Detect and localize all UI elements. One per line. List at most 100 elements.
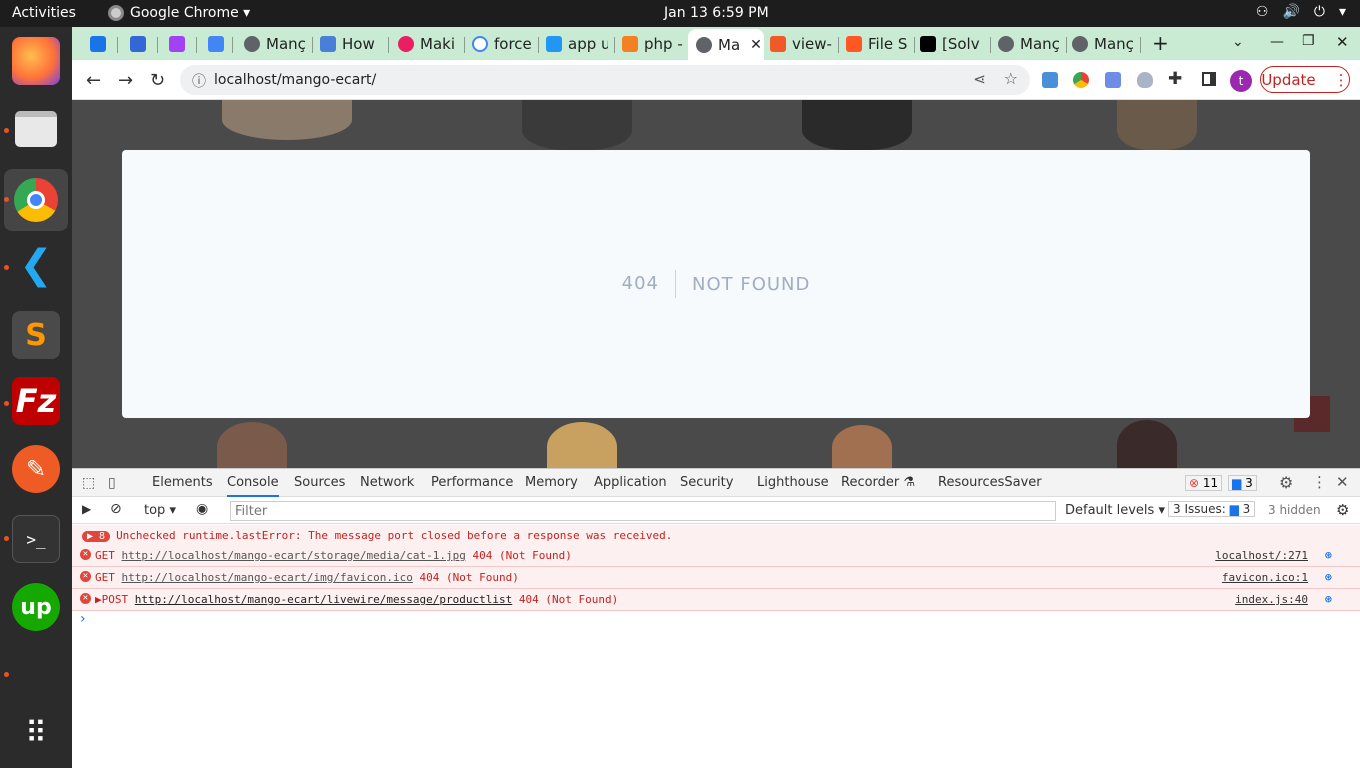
filter-input[interactable] bbox=[230, 501, 1056, 521]
product-image[interactable] bbox=[1117, 100, 1197, 150]
tab[interactable]: Manç bbox=[244, 31, 306, 57]
tab-security[interactable]: Security bbox=[680, 475, 733, 490]
tab[interactable]: Manç bbox=[998, 31, 1060, 57]
clock[interactable]: Jan 13 6:59 PM bbox=[664, 5, 769, 21]
request-url-link[interactable]: http://localhost/mango-ecart/img/favicon… bbox=[122, 571, 413, 584]
kebab-menu-icon[interactable]: ⋮ bbox=[1334, 71, 1349, 89]
eye-icon[interactable]: ◉ bbox=[196, 501, 208, 517]
tab-console[interactable]: Console bbox=[227, 475, 279, 497]
device-toolbar-icon[interactable]: ▯ bbox=[108, 475, 116, 491]
tab-sources[interactable]: Sources bbox=[294, 475, 345, 490]
activities-button[interactable]: Activities bbox=[12, 5, 76, 21]
product-image[interactable] bbox=[832, 425, 892, 468]
console-row[interactable]: ✕ GET http://localhost/mango-ecart/stora… bbox=[72, 545, 1360, 567]
minimize-button[interactable]: — bbox=[1270, 34, 1284, 50]
tab[interactable] bbox=[208, 31, 224, 57]
back-button[interactable]: ← bbox=[86, 70, 101, 91]
puzzle-icon[interactable]: ✚ bbox=[1168, 69, 1182, 89]
close-icon[interactable]: ✕ bbox=[750, 37, 762, 53]
firefox-icon[interactable] bbox=[12, 37, 60, 85]
message-count-badge[interactable]: ▆ 3 bbox=[1228, 475, 1257, 491]
tab-network[interactable]: Network bbox=[360, 475, 414, 490]
forward-button[interactable]: → bbox=[118, 70, 133, 91]
tab[interactable]: Maki bbox=[398, 31, 458, 57]
console-row[interactable]: ✕ GET http://localhost/mango-ecart/img/f… bbox=[72, 567, 1360, 589]
network-request-icon[interactable]: ⊛ bbox=[1325, 548, 1332, 562]
tab[interactable] bbox=[90, 31, 106, 57]
tab[interactable]: Manç bbox=[1072, 31, 1134, 57]
info-icon[interactable]: ⓘ bbox=[192, 71, 206, 91]
kebab-menu-icon[interactable]: ⋮ bbox=[1312, 473, 1327, 491]
tab[interactable]: How bbox=[320, 31, 380, 57]
terminal-icon[interactable]: >_ bbox=[12, 515, 60, 563]
apps-grid-icon[interactable]: ⠿ bbox=[12, 709, 60, 757]
product-image[interactable] bbox=[217, 422, 287, 468]
tab[interactable]: [Solv bbox=[920, 31, 982, 57]
sidebar-toggle-icon[interactable]: ▶ bbox=[82, 502, 91, 516]
tab-elements[interactable]: Elements bbox=[152, 475, 213, 490]
tab-active[interactable]: Ma ✕ bbox=[688, 29, 764, 60]
console-settings-icon[interactable]: ⚙ bbox=[1336, 501, 1349, 519]
product-image[interactable] bbox=[222, 100, 352, 140]
url-text[interactable]: localhost/mango-ecart/ bbox=[214, 72, 376, 88]
product-image[interactable] bbox=[802, 100, 912, 150]
filezilla-icon[interactable]: Fz bbox=[12, 377, 60, 425]
chrome-icon[interactable] bbox=[14, 178, 58, 222]
network-request-icon[interactable]: ⊛ bbox=[1325, 570, 1332, 584]
side-panel-icon[interactable] bbox=[1202, 72, 1216, 86]
context-selector[interactable]: top ▾ bbox=[144, 503, 176, 518]
tab[interactable]: php - bbox=[622, 31, 684, 57]
address-bar[interactable]: ⓘ localhost/mango-ecart/ ⋖ ☆ bbox=[180, 65, 1030, 95]
console-row[interactable]: ▶ 8 Unchecked runtime.lastError: The mess… bbox=[72, 525, 1360, 545]
settings-gear-icon[interactable]: ⚙ bbox=[1279, 473, 1293, 492]
tab[interactable] bbox=[169, 31, 185, 57]
product-image[interactable] bbox=[522, 100, 632, 150]
tab-application[interactable]: Application bbox=[594, 475, 667, 490]
files-icon[interactable] bbox=[15, 111, 57, 147]
tab-recorder[interactable]: Recorder ⚗ bbox=[841, 475, 915, 490]
tab[interactable]: File S bbox=[846, 31, 908, 57]
colorzilla-icon[interactable] bbox=[1073, 72, 1089, 88]
source-link[interactable]: localhost/:271 bbox=[1215, 549, 1308, 562]
extension-icon[interactable] bbox=[1042, 72, 1058, 88]
tab[interactable]: app u bbox=[546, 31, 608, 57]
log-levels-dropdown[interactable]: Default levels ▾ bbox=[1065, 503, 1165, 518]
update-button[interactable]: Update ⋮ bbox=[1260, 66, 1350, 93]
clear-console-icon[interactable]: ⊘ bbox=[110, 501, 122, 517]
shield-icon[interactable] bbox=[1137, 72, 1153, 88]
error-count-badge[interactable]: ⊗ 11 bbox=[1185, 475, 1223, 491]
network-request-icon[interactable]: ⊛ bbox=[1325, 592, 1332, 606]
request-url-link[interactable]: http://localhost/mango-ecart/livewire/me… bbox=[135, 593, 513, 606]
close-devtools-icon[interactable]: ✕ bbox=[1336, 473, 1349, 491]
new-tab-button[interactable]: + bbox=[1152, 31, 1169, 55]
product-image[interactable] bbox=[1117, 420, 1177, 468]
app-menu[interactable]: Google Chrome ▾ bbox=[108, 5, 250, 21]
tab[interactable]: force bbox=[472, 31, 532, 57]
tab-search-button[interactable]: ⌄ bbox=[1232, 34, 1244, 50]
bookmark-star-icon[interactable]: ☆ bbox=[1004, 69, 1018, 88]
restore-button[interactable]: ❐ bbox=[1302, 33, 1315, 49]
request-url-link[interactable]: http://localhost/mango-ecart/storage/med… bbox=[122, 549, 466, 562]
postman-icon[interactable]: ✎ bbox=[12, 445, 60, 493]
tab-performance[interactable]: Performance bbox=[431, 475, 513, 490]
system-tray[interactable]: ⚇ 🔊 ⏻ ▾ bbox=[1256, 4, 1346, 20]
profile-avatar[interactable]: t bbox=[1230, 70, 1252, 92]
extension-icon[interactable] bbox=[1105, 72, 1121, 88]
console-row[interactable]: ✕ ▶POST http://localhost/mango-ecart/liv… bbox=[72, 589, 1360, 611]
sublime-icon[interactable]: S bbox=[12, 311, 60, 359]
source-link[interactable]: favicon.ico:1 bbox=[1222, 571, 1308, 584]
console-prompt[interactable]: › bbox=[80, 611, 86, 627]
tab-lighthouse[interactable]: Lighthouse bbox=[757, 475, 829, 490]
close-window-button[interactable]: ✕ bbox=[1336, 33, 1349, 51]
tab[interactable] bbox=[130, 31, 146, 57]
inspect-element-icon[interactable]: ⬚ bbox=[82, 475, 95, 491]
tab-memory[interactable]: Memory bbox=[525, 475, 578, 490]
upwork-icon[interactable]: up bbox=[12, 583, 60, 631]
request-method[interactable]: ▶POST bbox=[95, 593, 135, 606]
source-link[interactable]: index.js:40 bbox=[1235, 593, 1308, 606]
reload-button[interactable]: ↻ bbox=[150, 70, 165, 91]
product-image[interactable] bbox=[547, 422, 617, 468]
tab-resourcessaver[interactable]: ResourcesSaver bbox=[938, 475, 1042, 490]
tab[interactable]: view- bbox=[770, 31, 832, 57]
share-icon[interactable]: ⋖ bbox=[973, 70, 986, 88]
